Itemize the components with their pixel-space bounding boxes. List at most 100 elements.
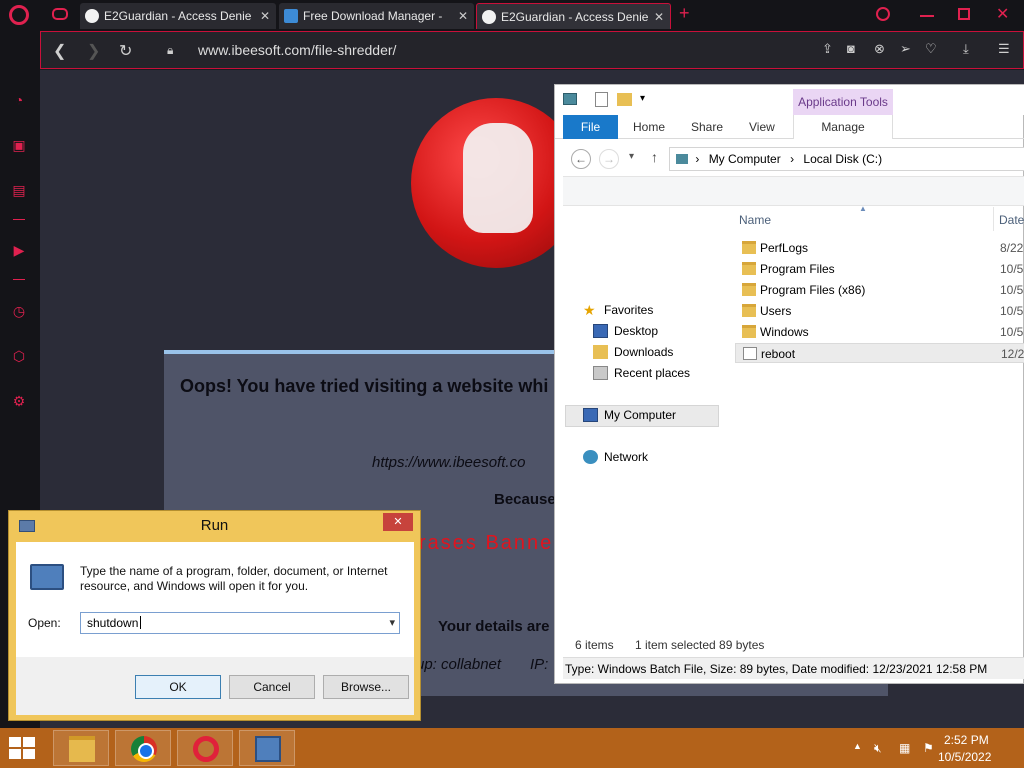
chevron-down-icon[interactable]: ▾ — [389, 613, 395, 633]
clock-time[interactable]: 2:52 PM — [944, 733, 989, 747]
tab-e2guardian-active[interactable]: E2Guardian - Access Denie ✕ — [476, 3, 671, 29]
quick-access-toolbar: ▾ Application Tools — [555, 85, 1024, 115]
file-row-program-files-x86[interactable]: Program Files (x86) 10/5, — [735, 280, 1024, 300]
minimize-icon[interactable] — [920, 15, 934, 17]
taskbar-opera[interactable] — [177, 730, 233, 766]
run-description: Type the name of a program, folder, docu… — [80, 564, 388, 593]
tab-manage[interactable]: Manage — [793, 115, 893, 139]
menu-icon[interactable]: ☰ — [998, 41, 1010, 57]
gamepad-icon[interactable] — [52, 8, 68, 20]
windows-start-icon[interactable] — [9, 737, 37, 761]
run-close-button[interactable]: ✕ — [383, 513, 413, 531]
url-field[interactable]: www.ibeesoft.com/file-shredder/ — [198, 42, 396, 58]
forward-arrow-icon[interactable]: → — [599, 149, 619, 169]
star-icon: ★ — [583, 302, 596, 318]
adblock-icon[interactable]: ⊗ — [874, 41, 885, 57]
tab-close-icon[interactable]: ✕ — [654, 4, 664, 29]
up-arrow-icon[interactable]: ↑ — [651, 149, 658, 165]
run-command-input[interactable]: shutdown ▾ — [80, 612, 400, 634]
tab-e2guardian-1[interactable]: E2Guardian - Access Denie ✕ — [80, 3, 276, 29]
file-row-perflogs[interactable]: PerfLogs 8/22, — [735, 238, 1024, 258]
qat-dropdown-icon[interactable]: ▾ — [640, 93, 645, 104]
back-icon[interactable]: ❮ — [53, 41, 66, 61]
sidebar-divider — [13, 279, 25, 280]
heart-icon[interactable]: ♡ — [925, 41, 937, 57]
folder-icon — [69, 736, 95, 762]
forward-icon[interactable]: ❯ — [87, 41, 100, 61]
run-title: Run — [200, 517, 229, 534]
extensions-cube-icon[interactable]: ⬡ — [10, 347, 28, 365]
desktop-icon — [593, 324, 608, 338]
back-arrow-icon[interactable]: ← — [571, 149, 591, 169]
reload-icon[interactable]: ↻ — [119, 41, 132, 61]
column-header-date[interactable]: Date — [999, 213, 1024, 227]
start-pane — [9, 737, 21, 747]
snapshot-camera-icon[interactable]: ◙ — [847, 41, 855, 56]
easy-setup-icon[interactable]: ⇪ — [822, 41, 833, 57]
properties-icon[interactable] — [595, 92, 608, 107]
opera-icon — [193, 736, 219, 762]
block-title: Oops! You have tried visiting a website … — [180, 376, 549, 396]
file-row-program-files[interactable]: Program Files 10/5, — [735, 259, 1024, 279]
status-bar: 6 items 1 item selected 89 bytes — [575, 635, 1024, 655]
breadcrumb-local-disk[interactable]: Local Disk (C:) — [803, 152, 882, 166]
tab-title: E2Guardian - Access Denie — [104, 9, 252, 23]
taskbar-run[interactable] — [239, 730, 295, 766]
file-row-reboot[interactable]: reboot 12/2 — [735, 343, 1024, 363]
send-icon[interactable]: ➢ — [900, 41, 911, 57]
taskbar-chrome[interactable] — [115, 730, 171, 766]
selection-info: 1 item selected 89 bytes — [635, 638, 765, 652]
volume-muted-icon[interactable]: 🔇︎ — [874, 741, 882, 756]
explorer-address-bar[interactable]: › My Computer › Local Disk (C:) — [669, 147, 1024, 171]
speed-dial-icon[interactable]: ◔ — [10, 91, 28, 109]
tab-close-icon[interactable]: ✕ — [260, 3, 270, 29]
network-status-icon[interactable]: ▦ — [899, 741, 910, 755]
file-explorer-window: ▾ Application Tools File Home Share View… — [554, 84, 1024, 684]
close-window-icon[interactable]: ✕ — [996, 4, 1009, 24]
column-header-name[interactable]: Name — [739, 213, 771, 227]
start-pane — [23, 737, 35, 747]
file-row-windows[interactable]: Windows 10/5, — [735, 322, 1024, 342]
action-center-flag-icon[interactable]: ⚑ — [923, 741, 934, 755]
breadcrumb-my-computer[interactable]: My Computer — [709, 152, 781, 166]
twitch-icon[interactable]: ▤ — [10, 181, 28, 199]
file-row-users[interactable]: Users 10/5, — [735, 301, 1024, 321]
history-icon[interactable]: ◷ — [10, 302, 28, 320]
application-tools-label: Application Tools — [793, 89, 893, 115]
new-tab-button[interactable]: + — [679, 3, 690, 24]
folder-icon — [742, 241, 756, 254]
new-folder-icon[interactable] — [617, 93, 632, 106]
player-icon[interactable]: ▶ — [10, 241, 28, 259]
tab-title: E2Guardian - Access Denie — [501, 10, 649, 24]
run-icon — [255, 736, 281, 762]
tab-free-download-manager[interactable]: Free Download Manager - ✕ — [279, 3, 474, 29]
shopping-bag-icon[interactable]: ▣ — [10, 136, 28, 154]
download-icon[interactable]: ⤓ — [963, 41, 969, 57]
lock-icon: 🔒︎ — [167, 43, 174, 57]
restore-icon[interactable] — [958, 8, 970, 20]
file-list: ▲ Name Date PerfLogs 8/22, Program Files… — [735, 204, 1024, 637]
column-divider[interactable] — [993, 207, 994, 231]
browser-tab-bar: E2Guardian - Access Denie ✕ Free Downloa… — [0, 0, 1024, 31]
tab-share[interactable]: Share — [691, 115, 723, 139]
taskbar-file-explorer[interactable] — [53, 730, 109, 766]
ok-button[interactable]: OK — [135, 675, 221, 699]
folder-icon — [742, 304, 756, 317]
because-label: Because — [494, 491, 556, 508]
settings-gear-icon[interactable]: ⚙ — [10, 392, 28, 410]
tab-home[interactable]: Home — [633, 115, 665, 139]
tab-file[interactable]: File — [563, 115, 618, 139]
browse-button[interactable]: Browse... — [323, 675, 409, 699]
cancel-button[interactable]: Cancel — [229, 675, 315, 699]
tab-close-icon[interactable]: ✕ — [458, 3, 468, 29]
run-footer: OK Cancel Browse... — [16, 657, 414, 715]
search-tabs-icon[interactable] — [876, 7, 890, 21]
tab-view[interactable]: View — [749, 115, 775, 139]
clock-date[interactable]: 10/5/2022 — [938, 750, 991, 764]
globe-icon — [85, 9, 99, 23]
recent-locations-icon[interactable]: ▾ — [629, 151, 634, 162]
show-hidden-icons-icon[interactable]: ▲ — [853, 741, 862, 751]
opera-logo-icon[interactable] — [9, 5, 29, 25]
open-label: Open: — [28, 616, 61, 630]
breadcrumb-sep: › — [790, 152, 795, 166]
